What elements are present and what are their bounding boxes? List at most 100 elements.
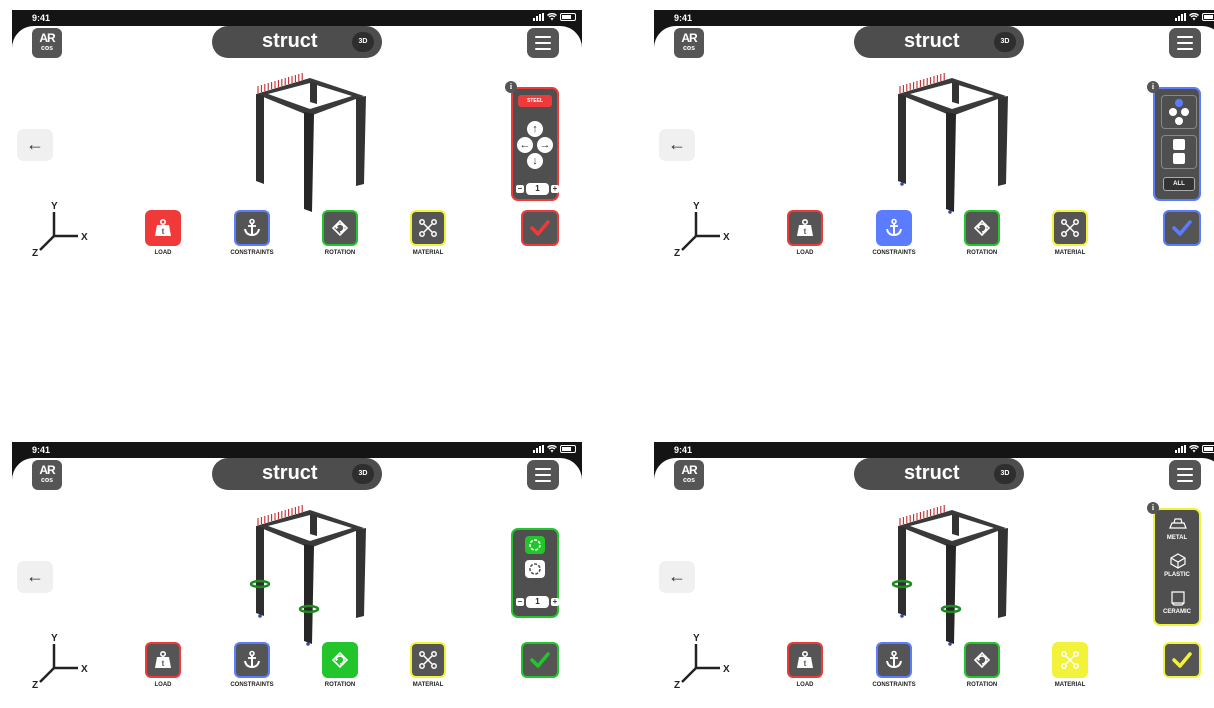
confirm-button[interactable] [521,642,559,678]
svg-text:t: t [804,227,807,236]
structure-model-viewport[interactable] [880,504,1020,654]
tool-load-button[interactable]: t [145,210,181,246]
tool-constraints-button[interactable] [234,642,270,678]
structure-model-viewport[interactable] [238,504,378,654]
view-mode-toggle[interactable]: 3D [352,32,374,52]
tool-material-button[interactable] [1052,642,1088,678]
tool-load-button[interactable]: t [787,210,823,246]
increment-button[interactable]: + [551,185,559,193]
tool-load-button[interactable]: t [145,642,181,678]
stepper-value[interactable]: 1 [526,183,549,195]
app-logo[interactable]: AR cos [674,460,704,490]
arrow-left-button[interactable]: ← [517,137,533,153]
view-mode-toggle[interactable]: 3D [994,32,1016,52]
tool-material-button[interactable] [410,210,446,246]
stepper-value[interactable]: 1 [526,596,549,608]
tool-rotation-button[interactable] [964,642,1000,678]
app-logo[interactable]: AR cos [674,28,704,58]
metal-icon [1168,516,1188,535]
tool-constraints-button[interactable] [876,210,912,246]
view-mode-toggle[interactable]: 3D [352,464,374,484]
tool-material-button[interactable] [410,642,446,678]
axis-x-label: X [81,232,88,243]
tool-load-button[interactable]: t [787,642,823,678]
signal-icon [1175,13,1186,21]
status-bar: 9:41 [654,442,1214,458]
material-label: CERAMIC [1163,609,1191,615]
load-badge[interactable]: STEEL [518,95,552,107]
battery-icon [1202,445,1214,453]
wifi-icon [547,445,557,453]
axis-z-label: Z [674,248,680,258]
page-title: struct [262,30,318,52]
menu-button[interactable] [527,28,559,58]
decrement-button[interactable]: – [516,185,524,193]
tool-label: LOAD [796,682,814,688]
load-stepper[interactable]: –1 + [516,183,559,195]
info-icon[interactable]: i [1147,81,1159,93]
back-button[interactable]: ← [659,561,695,593]
material-option-plastic[interactable]: PLASTIC [1155,553,1199,587]
rotation-stepper[interactable]: –1 + [516,596,559,608]
material-option-metal[interactable]: METAL [1155,516,1199,550]
tool-label: LOAD [796,250,814,256]
tool-rotation-button[interactable] [322,210,358,246]
axis-y-label: Y [693,201,700,212]
info-icon[interactable]: i [505,81,517,93]
structure-model-viewport[interactable] [238,72,378,222]
axis-x-label: X [81,664,88,675]
arrow-down-button[interactable]: ↓ [527,153,543,169]
rotation-constraint-icon[interactable] [1161,135,1197,169]
title-pill: struct 3D [212,26,382,58]
info-icon[interactable]: i [1147,502,1159,514]
menu-button[interactable] [527,460,559,490]
axis-z-label: Z [32,680,38,690]
plastic-icon [1168,553,1188,574]
translation-constraint-icon[interactable] [1161,95,1197,129]
svg-text:t: t [162,659,165,668]
tool-rotation-button[interactable] [322,642,358,678]
arrow-up-button[interactable]: ↑ [527,121,543,137]
axis-y-label: Y [51,201,58,212]
back-button[interactable]: ← [17,561,53,593]
menu-button[interactable] [1169,460,1201,490]
battery-icon [1202,13,1214,21]
app-screen-load: 9:41 AR cos struct 3D ← Y X Z t LOAD CON… [12,10,582,276]
all-constraints-button[interactable]: ALL [1163,177,1195,191]
rotate-cw-button[interactable] [525,560,545,578]
menu-button[interactable] [1169,28,1201,58]
confirm-button[interactable] [1163,642,1201,678]
rotation-control-panel: –1 + [511,528,559,618]
axes-gizmo: Y X Z [674,633,730,690]
back-button[interactable]: ← [17,129,53,161]
confirm-button[interactable] [521,210,559,246]
app-screen-constraints: 9:41 AR cos struct 3D ← Y X Z t LOAD CON… [654,10,1214,276]
tool-material-button[interactable] [1052,210,1088,246]
structure-model-viewport[interactable] [880,72,1020,222]
page-title: struct [262,462,318,484]
increment-button[interactable]: + [551,598,559,606]
wifi-icon [1189,445,1199,453]
confirm-button[interactable] [1163,210,1201,246]
app-logo[interactable]: AR cos [32,460,62,490]
tool-label: MATERIAL [412,682,444,688]
wifi-icon [1189,13,1199,21]
svg-text:t: t [162,227,165,236]
rotate-ccw-button[interactable] [525,536,545,554]
ceramic-icon [1168,590,1188,611]
title-pill: struct 3D [212,458,382,490]
material-option-ceramic[interactable]: CERAMIC [1155,590,1199,624]
tool-constraints-button[interactable] [876,642,912,678]
load-control-panel: i STEEL ↑ ← → ↓ –1 + [505,81,559,201]
material-label: PLASTIC [1164,572,1190,578]
app-logo[interactable]: AR cos [32,28,62,58]
decrement-button[interactable]: – [516,598,524,606]
tool-rotation-button[interactable] [964,210,1000,246]
arrow-right-button[interactable]: → [537,137,553,153]
axis-y-label: Y [51,633,58,644]
tool-constraints-button[interactable] [234,210,270,246]
view-mode-toggle[interactable]: 3D [994,464,1016,484]
back-button[interactable]: ← [659,129,695,161]
material-label: METAL [1166,535,1188,541]
arrow-left-icon: ← [26,134,44,154]
